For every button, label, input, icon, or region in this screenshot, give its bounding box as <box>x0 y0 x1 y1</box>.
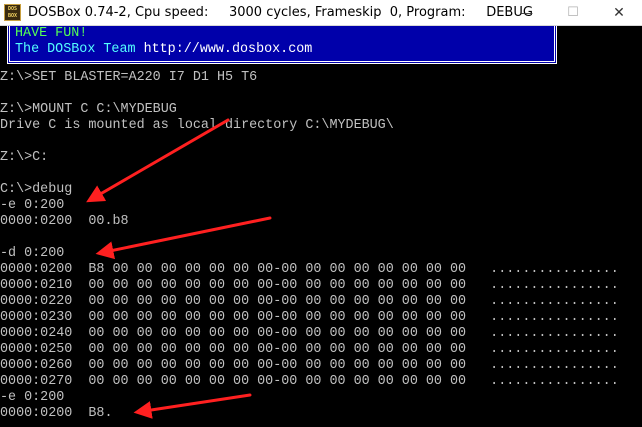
terminal-line: 0000:0220 00 00 00 00 00 00 00 00-00 00 … <box>0 294 619 309</box>
terminal-line: 0000:0240 00 00 00 00 00 00 00 00-00 00 … <box>0 326 619 341</box>
minimize-button[interactable]: — <box>504 0 550 26</box>
terminal-line: Z:\>MOUNT C C:\MYDEBUG <box>0 102 177 117</box>
banner-url: http://www.dosbox.com <box>143 42 313 57</box>
banner-have-fun: HAVE FUN! <box>15 26 88 41</box>
dos-console[interactable]: HAVE FUN! The DOSBox Team http://www.dos… <box>0 26 642 427</box>
terminal-line: Z:\>C: <box>0 150 49 165</box>
terminal-line: -d 0:200 <box>0 246 65 261</box>
terminal-line: 0000:0200 B8 00 00 00 00 00 00 00-00 00 … <box>0 262 619 277</box>
maximize-button[interactable]: ☐ <box>550 0 596 26</box>
terminal-line: -e 0:200 <box>0 198 65 213</box>
terminal-line: Drive C is mounted as local directory C:… <box>0 118 394 133</box>
terminal-line: 0000:0250 00 00 00 00 00 00 00 00-00 00 … <box>0 342 619 357</box>
close-button[interactable]: ✕ <box>596 0 642 26</box>
terminal-line: -e 0:200 <box>0 390 65 405</box>
dosbox-app-icon[interactable]: DOS BOX <box>4 4 21 21</box>
terminal-line: 0000:0210 00 00 00 00 00 00 00 00-00 00 … <box>0 278 619 293</box>
terminal-line: 0000:0270 00 00 00 00 00 00 00 00-00 00 … <box>0 374 619 389</box>
terminal-line: 0000:0260 00 00 00 00 00 00 00 00-00 00 … <box>0 358 619 373</box>
banner-team-text: The DOSBox Team <box>15 42 144 57</box>
terminal-line: 0000:0230 00 00 00 00 00 00 00 00-00 00 … <box>0 310 619 325</box>
title-bar[interactable]: DOS BOX DOSBox 0.74-2, Cpu speed: 3000 c… <box>0 0 642 26</box>
terminal-line: Z:\>SET BLASTER=A220 I7 D1 H5 T6 <box>0 70 258 85</box>
terminal-line: C:\>debug <box>0 182 73 197</box>
window-title: DOSBox 0.74-2, Cpu speed: 3000 cycles, F… <box>28 5 533 20</box>
welcome-banner: HAVE FUN! The DOSBox Team http://www.dos… <box>7 26 557 64</box>
banner-team-line: The DOSBox Team http://www.dosbox.com <box>15 42 312 58</box>
terminal-line: 0000:0200 00.b8 <box>0 214 129 229</box>
terminal-line: 0000:0200 B8. <box>0 406 113 421</box>
terminal-output: Z:\>SET BLASTER=A220 I7 D1 H5 T6 Z:\>MOUN… <box>0 70 619 422</box>
dosbox-window: DOS BOX DOSBox 0.74-2, Cpu speed: 3000 c… <box>0 0 642 427</box>
